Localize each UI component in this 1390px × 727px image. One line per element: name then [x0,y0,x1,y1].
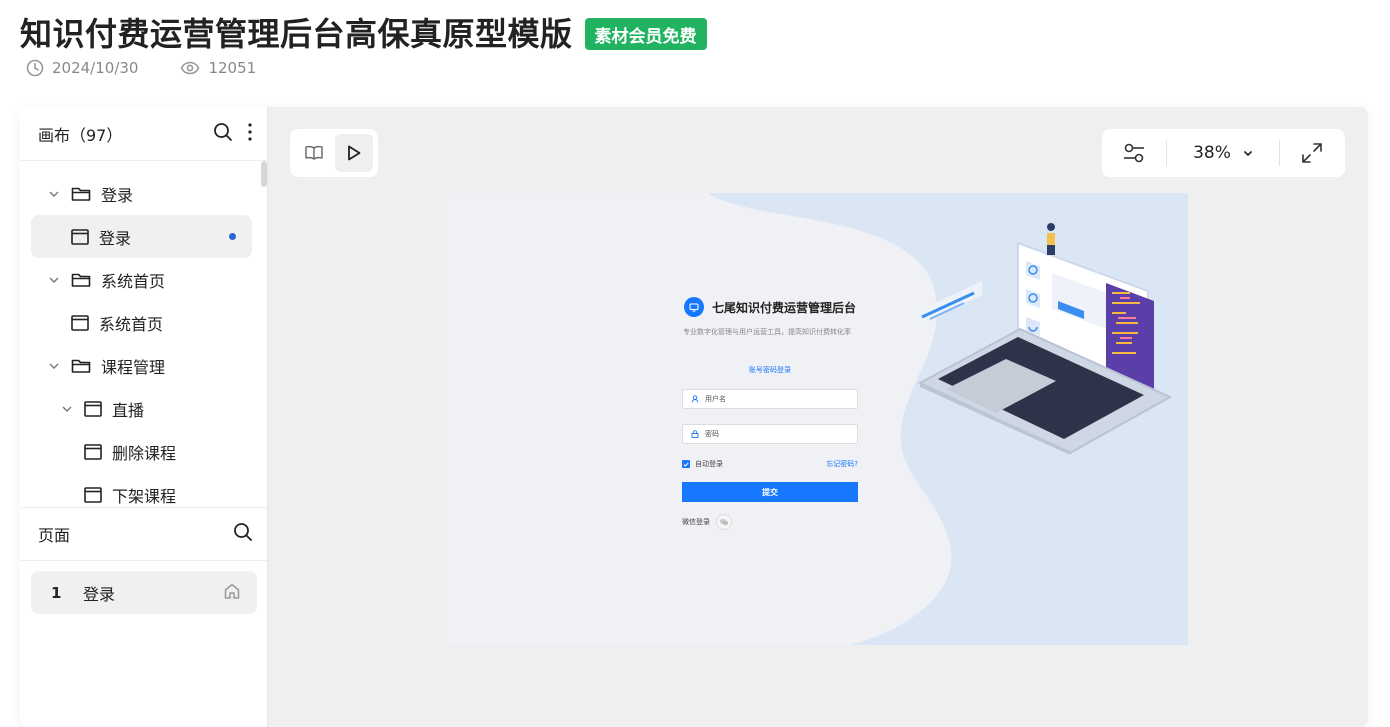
username-input[interactable]: 用户名 [682,389,858,409]
submit-button[interactable]: 提交 [682,482,858,502]
folder-icon [71,358,91,374]
page-list-item[interactable]: 1 登录 [31,571,257,614]
sliders-icon [1124,143,1144,163]
expand-icon [1302,143,1322,163]
lock-icon [691,430,699,438]
folder-icon [71,186,91,202]
check-icon [682,460,690,468]
views-meta: 12051 [180,59,256,77]
tree-page-login[interactable]: 登录 [31,215,252,258]
username-placeholder: 用户名 [705,395,726,403]
chevron-down-icon[interactable] [47,191,61,197]
tree-item-label: 系统首页 [101,271,166,291]
canvas-tree: 登录 登录 系统首页 系统首页 课程管理 直播 删除课程 下架课程 [20,161,267,507]
tree-item-label: 下架课程 [112,486,177,506]
settings-button[interactable] [1102,129,1166,177]
date-meta: 2024/10/30 [26,59,138,77]
page-title: 知识付费运营管理后台高保真原型模版 [20,15,573,53]
page-icon [84,486,102,503]
tree-folder-login[interactable]: 登录 [31,172,252,215]
tree-folder-course[interactable]: 课程管理 [31,344,252,387]
tree-item-label: 登录 [99,228,132,248]
login-form: 七尾知识付费运营管理后台 专业数字化管理与用户运营工具，提高知识付费转化率 账号… [682,297,858,530]
sidebar: 画布（97） 登录 登录 系统首页 系统首页 课程管理 直播 删除课程 下架课程… [20,107,268,727]
monitor-icon [683,297,704,317]
view-mode-toolbar [290,129,378,177]
tree-item-label: 系统首页 [99,314,164,334]
page-icon [84,443,102,460]
password-placeholder: 密码 [705,430,719,438]
page-number: 1 [51,583,62,602]
active-dot [229,233,236,240]
chevron-down-icon [1243,150,1252,156]
home-icon[interactable] [223,582,241,604]
wechat-login-row: 微信登录 [682,514,858,530]
preview-mode-button[interactable] [335,134,373,172]
tree-page-offline-course[interactable]: 下架课程 [31,473,252,507]
pages-panel-title: 页面 [38,526,71,545]
views-count: 12051 [208,59,257,77]
page-name: 登录 [83,584,116,604]
auto-login-checkbox[interactable]: 自动登录 [682,459,723,469]
tree-item-label: 删除课程 [112,443,177,463]
tree-item-label: 登录 [101,185,134,205]
account-login-tab[interactable]: 账号密码登录 [682,365,858,375]
zoom-value: 38% [1193,143,1231,163]
annotation-mode-button[interactable] [295,134,333,172]
tree-page-delete-course[interactable]: 删除课程 [31,430,252,473]
user-icon [691,395,699,403]
wechat-icon[interactable] [716,514,732,530]
title-row: 知识付费运营管理后台高保真原型模版 素材会员免费 [20,14,707,54]
artboard-login-preview: 七尾知识付费运营管理后台 专业数字化管理与用户运营工具，提高知识付费转化率 账号… [446,193,1188,645]
chevron-down-icon[interactable] [47,277,61,283]
tree-page-live[interactable]: 直播 [31,387,252,430]
meta-row: 2024/10/30 12051 [26,59,298,77]
page-icon [71,228,89,245]
page-icon [84,400,102,417]
page-icon [71,314,89,331]
brand-subtitle: 专业数字化管理与用户运营工具，提高知识付费转化率 [683,328,851,336]
eye-icon [181,61,200,75]
tree-item-label: 直播 [112,400,145,420]
brand-row: 七尾知识付费运营管理后台 [682,297,858,317]
auto-login-label: 自动登录 [695,460,723,468]
canvas-area[interactable]: 38% 七尾知识付费运营管理后台 专业数字化管理与用户运营工具，提高知识付费转化… [269,107,1368,727]
forgot-password-link[interactable]: 忘记密码? [826,459,858,469]
fullscreen-button[interactable] [1280,129,1344,177]
play-icon [348,145,361,161]
login-options: 自动登录 忘记密码? [682,459,858,469]
pages-panel-header: 页面 [20,507,267,561]
date-text: 2024/10/30 [52,59,139,77]
tree-scrollbar[interactable] [261,161,267,187]
folder-icon [71,272,91,288]
chevron-down-icon[interactable] [47,363,61,369]
tree-folder-home[interactable]: 系统首页 [31,258,252,301]
canvas-panel-title: 画布（97） [38,125,123,145]
zoom-select[interactable]: 38% [1167,129,1279,177]
member-free-badge[interactable]: 素材会员免费 [584,18,707,50]
password-input[interactable]: 密码 [682,424,858,444]
search-icon[interactable] [233,522,253,546]
chevron-down-icon[interactable] [60,406,74,412]
brand-name: 七尾知识付费运营管理后台 [711,300,856,315]
wechat-login-label: 微信登录 [682,518,710,526]
more-icon[interactable] [247,122,253,146]
clock-icon [26,59,44,77]
canvas-panel-header: 画布（97） [20,107,267,161]
zoom-toolbar: 38% [1102,129,1345,177]
tree-item-label: 课程管理 [101,357,166,377]
book-icon [305,145,323,160]
search-icon[interactable] [213,122,233,146]
prototype-viewer: 画布（97） 登录 登录 系统首页 系统首页 课程管理 直播 删除课程 下架课程… [20,107,1368,727]
tree-page-home[interactable]: 系统首页 [31,301,252,344]
